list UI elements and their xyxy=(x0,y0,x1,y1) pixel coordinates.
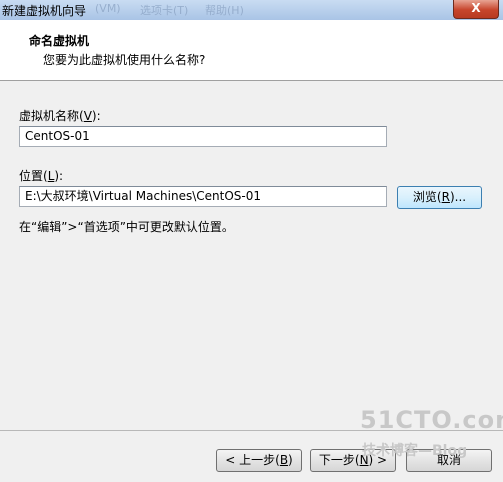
cancel-button[interactable]: 取消 xyxy=(406,449,492,472)
close-button[interactable]: X xyxy=(453,0,499,19)
browse-label: 浏览( xyxy=(412,190,442,204)
next-label-key: N xyxy=(359,453,369,467)
ghost-menu-tabs: 选项卡(T) xyxy=(140,4,189,17)
browse-label-key: R xyxy=(441,190,450,204)
vm-name-label-key: V xyxy=(83,109,92,123)
next-label: 下一步( xyxy=(318,453,360,467)
back-label-key: B xyxy=(279,453,289,467)
vm-name-label: 虚拟机名称(V): xyxy=(19,107,101,124)
vm-name-input[interactable]: CentOS-01 xyxy=(19,126,387,147)
browse-label-suffix: )... xyxy=(449,190,467,204)
footer-divider xyxy=(0,430,503,431)
location-input[interactable]: E:\大叔环境\Virtual Machines\CentOS-01 xyxy=(19,186,387,207)
back-button[interactable]: < 上一步(B) xyxy=(216,449,302,472)
ghost-menu-help: 帮助(H) xyxy=(205,4,244,17)
location-label-text: 位置( xyxy=(19,169,48,183)
header-subtitle: 您要为此虚拟机使用什么名称? xyxy=(43,53,206,67)
location-label: 位置(L): xyxy=(19,167,63,184)
browse-button[interactable]: 浏览(R)... xyxy=(397,186,482,209)
ghost-menu-vm: (VM) xyxy=(95,2,121,15)
close-icon: X xyxy=(471,1,481,15)
back-label-suffix: ) xyxy=(288,453,293,467)
back-label: < 上一步( xyxy=(225,453,280,467)
title-bar: 新建虚拟机向导 (VM) 选项卡(T) 帮助(H) X xyxy=(0,0,503,20)
vm-name-label-text: 虚拟机名称( xyxy=(19,109,84,123)
window-title: 新建虚拟机向导 xyxy=(2,4,87,18)
location-label-suffix: ): xyxy=(54,169,64,183)
header-title: 命名虚拟机 xyxy=(29,34,90,48)
next-button[interactable]: 下一步(N) > xyxy=(310,449,396,472)
vm-name-label-suffix: ): xyxy=(91,109,101,123)
location-hint: 在“编辑”>“首选项”中可更改默认位置。 xyxy=(19,220,234,234)
wizard-window: 命名虚拟机 您要为此虚拟机使用什么名称? 虚拟机名称(V): CentOS-01… xyxy=(0,20,503,482)
wizard-header: 命名虚拟机 您要为此虚拟机使用什么名称? xyxy=(0,20,503,81)
next-label-suffix: ) > xyxy=(368,453,388,467)
